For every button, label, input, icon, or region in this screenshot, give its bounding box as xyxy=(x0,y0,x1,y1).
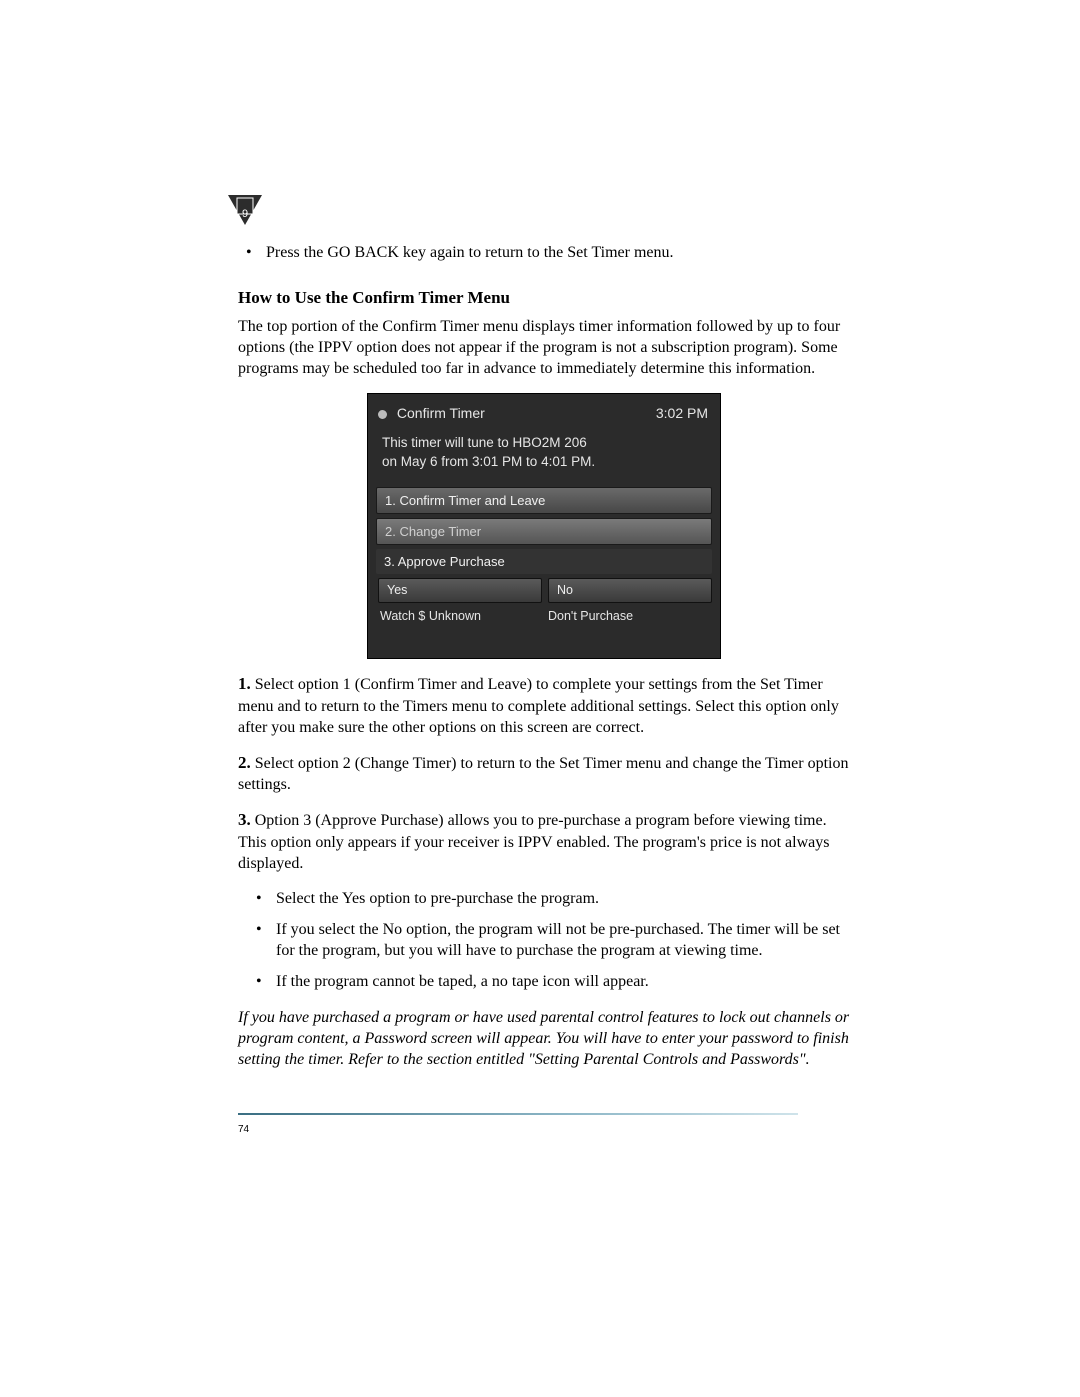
figure-message-line2: on May 6 from 3:01 PM to 4:01 PM. xyxy=(382,453,706,471)
figure-option-3: 3. Approve Purchase xyxy=(376,549,712,574)
chapter-number: 9 xyxy=(242,208,248,220)
figure-yes-button: Yes xyxy=(378,578,542,603)
step-1-text: Select option 1 (Confirm Timer and Leave… xyxy=(238,676,839,736)
figure-title: Confirm Timer xyxy=(378,404,485,422)
sub-bullet-1-text: Select the Yes option to pre-purchase th… xyxy=(276,888,850,909)
section-heading: How to Use the Confirm Timer Menu xyxy=(238,287,850,309)
step-3-text: Option 3 (Approve Purchase) allows you t… xyxy=(238,812,829,872)
page-number: 74 xyxy=(238,1124,249,1135)
italic-note: If you have purchased a program or have … xyxy=(238,1007,850,1070)
figure-container: Confirm Timer 3:02 PM This timer will tu… xyxy=(238,393,850,659)
titlebar-dot-icon xyxy=(378,410,387,419)
intro-bullet-text: Press the GO BACK key again to return to… xyxy=(266,242,850,263)
step-2: 2. Select option 2 (Change Timer) to ret… xyxy=(238,752,850,796)
sub-bullet-3: • If the program cannot be taped, a no t… xyxy=(256,971,850,992)
figure-watch-label: Watch $ Unknown xyxy=(380,608,542,625)
step-1: 1. Select option 1 (Confirm Timer and Le… xyxy=(238,673,850,738)
confirm-timer-screenshot: Confirm Timer 3:02 PM This timer will tu… xyxy=(367,393,721,659)
figure-subpanel: Yes No Watch $ Unknown Don't Purchase xyxy=(376,578,712,624)
figure-titlebar: Confirm Timer 3:02 PM xyxy=(376,402,712,428)
step-1-number: 1. xyxy=(238,674,251,693)
step-3: 3. Option 3 (Approve Purchase) allows yo… xyxy=(238,809,850,874)
bullet-dot-icon: • xyxy=(256,888,276,909)
figure-dont-label: Don't Purchase xyxy=(548,608,710,625)
figure-clock: 3:02 PM xyxy=(656,404,708,422)
figure-title-text: Confirm Timer xyxy=(397,405,485,421)
step-3-sub-bullets: • Select the Yes option to pre-purchase … xyxy=(248,888,850,992)
page-content: • Press the GO BACK key again to return … xyxy=(238,242,850,1070)
intro-bullet: • Press the GO BACK key again to return … xyxy=(246,242,850,263)
step-2-number: 2. xyxy=(238,753,251,772)
intro-paragraph: The top portion of the Confirm Timer men… xyxy=(238,316,850,379)
figure-message: This timer will tune to HBO2M 206 on May… xyxy=(376,428,712,482)
bullet-dot-icon: • xyxy=(256,919,276,961)
step-2-text: Select option 2 (Change Timer) to return… xyxy=(238,755,848,793)
bullet-dot-icon: • xyxy=(246,242,266,263)
sub-bullet-3-text: If the program cannot be taped, a no tap… xyxy=(276,971,850,992)
sub-bullet-2: • If you select the No option, the progr… xyxy=(256,919,850,961)
bullet-dot-icon: • xyxy=(256,971,276,992)
sub-bullet-2-text: If you select the No option, the program… xyxy=(276,919,850,961)
sub-bullet-1: • Select the Yes option to pre-purchase … xyxy=(256,888,850,909)
figure-option-1: 1. Confirm Timer and Leave xyxy=(376,487,712,514)
manual-page: 9 • Press the GO BACK key again to retur… xyxy=(0,0,1080,1397)
figure-option-2: 2. Change Timer xyxy=(376,518,712,545)
figure-message-line1: This timer will tune to HBO2M 206 xyxy=(382,434,706,452)
figure-no-button: No xyxy=(548,578,712,603)
step-3-number: 3. xyxy=(238,810,251,829)
footer-rule xyxy=(238,1113,798,1115)
